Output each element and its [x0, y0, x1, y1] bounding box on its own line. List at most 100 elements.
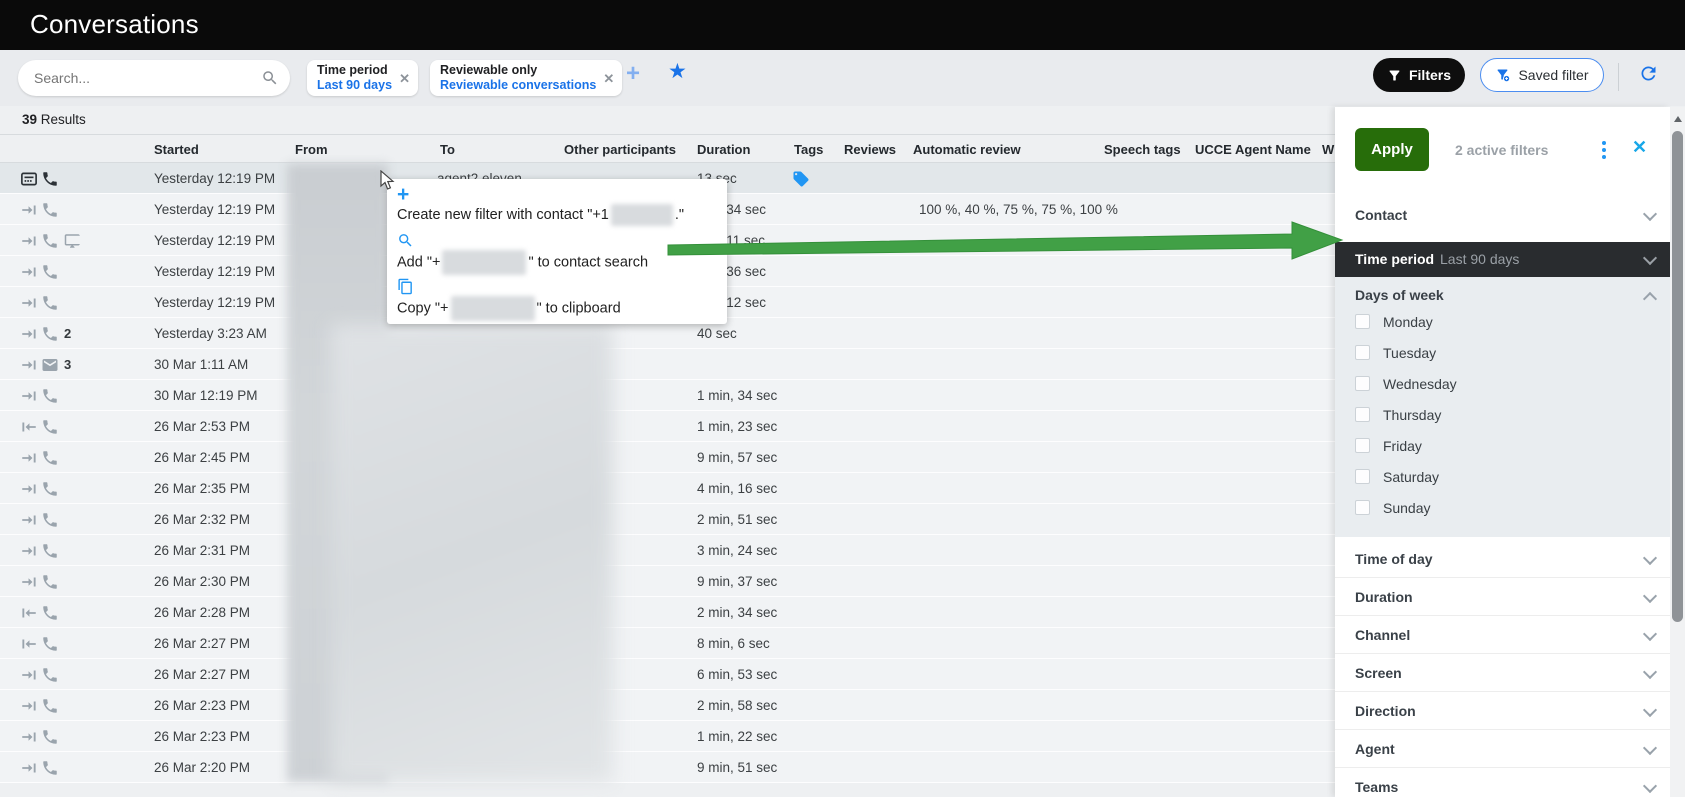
- column-header[interactable]: Other participants: [564, 142, 676, 157]
- outbound-arrow-icon: [20, 635, 38, 653]
- cell-started: 30 Mar 12:19 PM: [154, 388, 258, 403]
- inbound-arrow-icon: [20, 356, 38, 374]
- column-header[interactable]: Automatic review: [913, 142, 1021, 157]
- checkbox-icon[interactable]: [1355, 407, 1370, 422]
- saved-filter-button[interactable]: Saved filter: [1480, 58, 1604, 92]
- cell-duration: 4 min, 16 sec: [697, 481, 777, 496]
- filter-chip-reviewable-only[interactable]: Reviewable only Reviewable conversations…: [430, 60, 622, 96]
- results-label: Results: [41, 112, 86, 127]
- phone-icon: [41, 449, 59, 467]
- cell-started: Yesterday 12:19 PM: [154, 295, 275, 310]
- filter-section-agent[interactable]: Agent: [1335, 730, 1670, 768]
- screen-icon: [64, 232, 82, 250]
- phone-icon: [41, 728, 59, 746]
- saved-filter-button-label: Saved filter: [1518, 67, 1588, 83]
- filter-section-direction[interactable]: Direction: [1335, 692, 1670, 730]
- add-filter-plus-icon[interactable]: +: [620, 60, 646, 88]
- checkbox-row-monday[interactable]: Monday: [1335, 307, 1670, 337]
- tag-icon: [792, 170, 810, 188]
- section-label: Time of day: [1355, 551, 1433, 567]
- column-header[interactable]: Started: [154, 142, 199, 157]
- context-menu-item[interactable]: +Create new filter with contact "+1.": [397, 186, 727, 232]
- cell-duration: 1 min, 23 sec: [697, 419, 777, 434]
- inbound-arrow-icon: [20, 201, 38, 219]
- email-icon: [41, 356, 59, 374]
- filters-button-label: Filters: [1409, 67, 1451, 83]
- phone-icon: [41, 418, 59, 436]
- refresh-icon[interactable]: [1638, 63, 1659, 84]
- redacted-contact-region: [331, 324, 613, 783]
- column-header[interactable]: Tags: [794, 142, 823, 157]
- filter-section-duration[interactable]: Duration: [1335, 578, 1670, 616]
- phone-icon: [41, 294, 59, 312]
- star-icon[interactable]: ★: [668, 59, 687, 84]
- close-panel-icon[interactable]: ✕: [1632, 137, 1647, 158]
- phone-icon: [41, 387, 59, 405]
- inbound-arrow-icon: [20, 387, 38, 405]
- column-header[interactable]: W: [1322, 142, 1334, 157]
- scrollbar-up-arrow-icon[interactable]: [1674, 116, 1682, 122]
- search-input[interactable]: [34, 60, 254, 96]
- outbound-arrow-icon: [20, 418, 38, 436]
- search-box[interactable]: [18, 60, 290, 96]
- checkbox-row-sunday[interactable]: Sunday: [1335, 493, 1670, 523]
- close-icon[interactable]: ✕: [603, 71, 614, 87]
- section-value: Last 90 days: [1440, 251, 1519, 267]
- filters-button[interactable]: Filters: [1373, 58, 1465, 92]
- cell-started: 26 Mar 2:31 PM: [154, 543, 250, 558]
- context-menu-item[interactable]: Copy "+" to clipboard: [397, 278, 727, 324]
- checkbox-icon[interactable]: [1355, 438, 1370, 453]
- checkbox-icon[interactable]: [1355, 500, 1370, 515]
- checkbox-icon[interactable]: [1355, 314, 1370, 329]
- checkbox-row-friday[interactable]: Friday: [1335, 431, 1670, 461]
- checkbox-icon[interactable]: [1355, 376, 1370, 391]
- cell-duration: 2 min, 34 sec: [697, 605, 777, 620]
- apply-button[interactable]: Apply: [1355, 128, 1429, 171]
- section-label: Agent: [1355, 741, 1395, 757]
- inbound-arrow-icon: [20, 480, 38, 498]
- checkbox-label: Saturday: [1383, 469, 1439, 485]
- column-header[interactable]: Reviews: [844, 142, 896, 157]
- checkbox-row-wednesday[interactable]: Wednesday: [1335, 369, 1670, 399]
- phone-icon: [41, 604, 59, 622]
- cell-duration: 2 min, 58 sec: [697, 698, 777, 713]
- mouse-cursor: [379, 170, 395, 192]
- checkbox-icon[interactable]: [1355, 345, 1370, 360]
- phone-icon: [41, 666, 59, 684]
- chevron-down-icon: [1645, 591, 1656, 602]
- phone-icon: [41, 232, 59, 250]
- inbound-arrow-icon: [20, 728, 38, 746]
- column-header[interactable]: Duration: [697, 142, 750, 157]
- context-menu-item[interactable]: Add "+" to contact search: [397, 232, 727, 278]
- close-icon[interactable]: ✕: [399, 71, 410, 87]
- transcript-icon: [20, 170, 38, 188]
- filter-section-time-period[interactable]: Time period Last 90 days: [1335, 242, 1670, 277]
- cell-duration: 9 min, 51 sec: [697, 760, 777, 775]
- column-header[interactable]: UCCE Agent Name: [1195, 142, 1311, 157]
- filter-section-channel[interactable]: Channel: [1335, 616, 1670, 654]
- filter-section-teams[interactable]: Teams: [1335, 768, 1670, 797]
- section-label: Time period: [1355, 251, 1434, 267]
- checkbox-label: Tuesday: [1383, 345, 1436, 361]
- scrollbar-thumb[interactable]: [1672, 131, 1683, 622]
- column-header[interactable]: From: [295, 142, 328, 157]
- checkbox-row-tuesday[interactable]: Tuesday: [1335, 338, 1670, 368]
- filter-section-contact[interactable]: Contact: [1335, 187, 1670, 242]
- checkbox-icon[interactable]: [1355, 469, 1370, 484]
- cell-duration: 40 sec: [697, 326, 737, 341]
- results-number: 39: [22, 112, 37, 127]
- kebab-menu-icon[interactable]: [1595, 138, 1613, 162]
- column-header[interactable]: To: [440, 142, 455, 157]
- checkbox-row-thursday[interactable]: Thursday: [1335, 400, 1670, 430]
- vertical-scrollbar[interactable]: [1670, 107, 1685, 797]
- cell-duration: 6 min, 53 sec: [697, 667, 777, 682]
- filter-section-time-of-day[interactable]: Time of day: [1335, 540, 1670, 578]
- column-header[interactable]: Speech tags: [1104, 142, 1181, 157]
- checkbox-row-saturday[interactable]: Saturday: [1335, 462, 1670, 492]
- chip-value: Reviewable conversations: [440, 78, 596, 93]
- filter-chip-time-period[interactable]: Time period Last 90 days ✕: [307, 60, 418, 96]
- phone-icon: [41, 170, 59, 188]
- chevron-down-icon: [1645, 553, 1656, 564]
- filter-section-screen[interactable]: Screen: [1335, 654, 1670, 692]
- section-label[interactable]: Days of week: [1355, 287, 1444, 303]
